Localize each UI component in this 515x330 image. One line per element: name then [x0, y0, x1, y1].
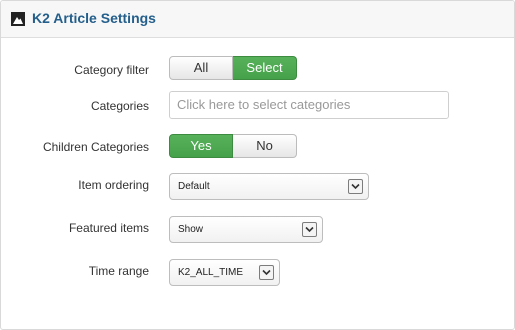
chevron-down-icon[interactable] [302, 222, 317, 237]
k2-logo-icon [11, 12, 25, 26]
k2-settings-panel: K2 Article Settings Category filter All … [0, 0, 515, 330]
panel-header: K2 Article Settings [1, 1, 514, 38]
children-categories-no-button[interactable]: No [233, 134, 297, 158]
children-categories-label: Children Categories [42, 140, 149, 154]
category-filter-label: Category filter [74, 63, 149, 77]
item-ordering-select[interactable]: Default [169, 173, 369, 200]
children-categories-yes-button[interactable]: Yes [169, 134, 233, 158]
featured-items-select[interactable]: Show [169, 216, 323, 243]
item-ordering-value: Default [178, 181, 210, 192]
categories-select-input[interactable]: Click here to select categories [169, 91, 449, 119]
featured-items-value: Show [178, 224, 204, 235]
item-ordering-label: Item ordering [78, 178, 149, 192]
time-range-label: Time range [88, 264, 149, 278]
time-range-value: K2_ALL_TIME [178, 267, 244, 278]
chevron-down-icon[interactable] [348, 179, 363, 194]
chevron-down-icon[interactable] [259, 265, 274, 280]
category-filter-select-button[interactable]: Select [233, 56, 297, 80]
category-filter-toggle: All Select [169, 56, 297, 80]
time-range-select[interactable]: K2_ALL_TIME [169, 259, 280, 286]
featured-items-label: Featured items [68, 221, 149, 235]
children-categories-toggle: Yes No [169, 134, 297, 158]
category-filter-all-button[interactable]: All [169, 56, 233, 80]
panel-title: K2 Article Settings [32, 10, 156, 26]
categories-label: Categories [90, 99, 149, 113]
